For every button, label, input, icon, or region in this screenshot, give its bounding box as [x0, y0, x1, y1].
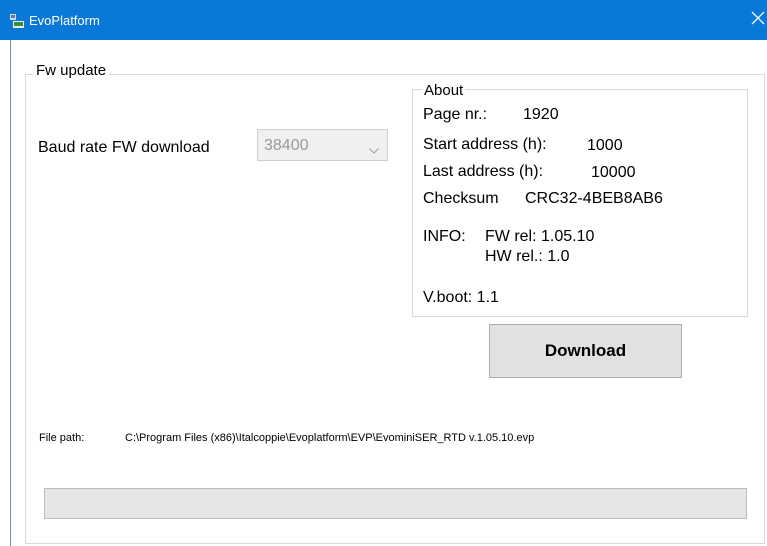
chevron-down-icon	[369, 141, 379, 159]
vboot-version: V.boot: 1.1	[423, 289, 499, 306]
last-address-value: 10000	[591, 164, 636, 181]
main-window: Fw update Baud rate FW download 38400 Ab…	[11, 40, 767, 546]
fw-release: FW rel: 1.05.10	[485, 228, 595, 245]
checksum-value: CRC32-4BEB8AB6	[525, 190, 663, 207]
start-address-label: Start address (h):	[423, 136, 547, 153]
baud-rate-select[interactable]: 38400	[257, 129, 388, 161]
checksum-label: Checksum	[423, 190, 499, 207]
baud-rate-label: Baud rate FW download	[38, 139, 210, 156]
download-progress-bar	[44, 488, 747, 519]
close-icon	[751, 11, 767, 30]
title-bar[interactable]: EvoPlatform	[0, 0, 767, 40]
window-title: EvoPlatform	[29, 13, 100, 28]
download-button[interactable]: Download	[489, 324, 682, 378]
close-button[interactable]	[721, 0, 767, 40]
about-title: About	[422, 82, 466, 100]
fw-update-title: Fw update	[33, 62, 110, 80]
hw-release: HW rel.: 1.0	[485, 248, 570, 265]
page-nr-label: Page nr.:	[423, 106, 488, 123]
info-label: INFO:	[423, 228, 466, 245]
last-address-label: Last address (h):	[423, 163, 544, 180]
evoplatform-app-icon	[9, 13, 25, 29]
file-path-label: File path:	[39, 432, 85, 444]
page-nr-value: 1920	[523, 106, 559, 123]
file-path-value: C:\Program Files (x86)\Italcoppie\Evopla…	[125, 432, 535, 444]
start-address-value: 1000	[587, 137, 623, 154]
baud-rate-value: 38400	[264, 137, 309, 154]
